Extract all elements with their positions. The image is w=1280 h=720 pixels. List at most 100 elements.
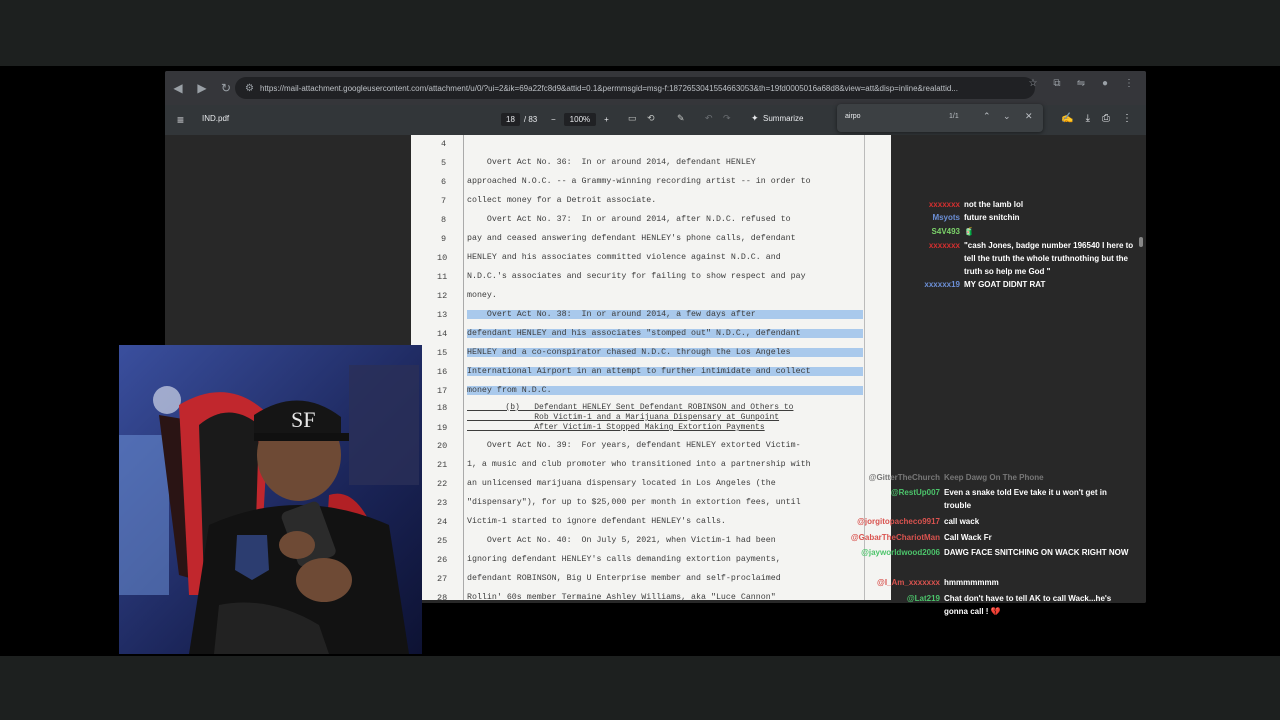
find-prev-icon[interactable]: ⌃	[983, 111, 991, 122]
line-number: 19	[437, 423, 448, 433]
line-number: 4	[441, 139, 447, 149]
line-number: 27	[437, 574, 448, 584]
line-number: 17	[437, 386, 448, 396]
line-number: 12	[437, 291, 448, 301]
url-text: https://mail-attachment.googleuserconten…	[259, 83, 958, 93]
rotate-icon[interactable]: ⟲	[647, 113, 655, 124]
document-line: an unlicensed marijuana dispensary locat…	[467, 479, 776, 488]
document-line: N.D.C.'s associates and security for fai…	[467, 272, 806, 281]
line-number: 13	[437, 310, 448, 320]
extension-icon[interactable]: ⧉	[1050, 78, 1064, 89]
menu-icon[interactable]: ≡	[177, 113, 184, 127]
chat-username: Msyots	[932, 213, 960, 222]
chat-username: @Lat219	[906, 594, 940, 603]
find-close-icon[interactable]: ✕	[1025, 111, 1033, 122]
document-line: pay and ceased answering defendant HENLE…	[467, 234, 796, 243]
site-info-icon[interactable]: ⚙	[245, 83, 254, 94]
document-line: money.	[467, 291, 497, 300]
pdf-right-actions: ✍ ⤓ ⎙ ⋮	[1061, 113, 1132, 124]
summarize-button[interactable]: Summarize	[763, 114, 803, 123]
line-number: 18	[437, 403, 448, 413]
document-line: After Victim-1 Stopped Making Extortion …	[467, 423, 765, 432]
document-line: ignoring defendant HENLEY's calls demand…	[467, 555, 781, 564]
chat-message: not the lamb lol	[964, 200, 1024, 209]
line-number: 5	[441, 158, 447, 168]
redo-icon[interactable]: ↷	[723, 113, 731, 124]
back-icon[interactable]: ◀	[167, 77, 189, 99]
summarize-icon[interactable]: ✦	[751, 113, 759, 124]
line-number: 14	[437, 329, 448, 339]
line-number: 20	[437, 441, 448, 451]
document-line: Overt Act No. 40: On July 5, 2021, when …	[467, 536, 776, 545]
highlighted-line: International Airport in an attempt to f…	[467, 367, 863, 376]
more-icon[interactable]: ⋮	[1122, 78, 1136, 89]
find-input[interactable]: airpo	[845, 113, 861, 120]
chat-message: Chat don't have to tell AK to call Wack.…	[944, 594, 1112, 616]
chat-message: future snitchin	[964, 213, 1020, 222]
pdf-more-icon[interactable]: ⋮	[1122, 113, 1132, 124]
page-indicator: 18 / 83	[501, 113, 537, 126]
line-number: 23	[437, 498, 448, 508]
address-bar-actions: ☆ ⧉ ⇋ ● ⋮	[1026, 78, 1136, 89]
document-line: collect money for a Detroit associate.	[467, 196, 657, 205]
line-number: 21	[437, 460, 448, 470]
chat-username: @jayworldwood2006	[861, 548, 940, 557]
profile-icon[interactable]: ●	[1098, 78, 1112, 89]
line-number-rule	[463, 135, 464, 600]
zoom-input[interactable]: 100%	[563, 113, 597, 126]
chat-message: MY GOAT DIDNT RAT	[964, 280, 1046, 289]
reload-icon[interactable]: ↻	[215, 77, 237, 99]
line-number: 8	[441, 215, 447, 225]
zoom-controls: − 100% +	[551, 113, 609, 126]
chat-message: "cash Jones, badge number 196540 I here …	[964, 241, 1134, 276]
chat-message: hmmmmmmm	[944, 578, 999, 587]
page-total: / 83	[523, 115, 538, 124]
document-line: Overt Act No. 36: In or around 2014, def…	[467, 158, 756, 167]
document-line: HENLEY and his associates committed viol…	[467, 253, 781, 262]
document-line: Victim-1 started to ignore defendant HEN…	[467, 517, 726, 526]
find-count: 1/1	[949, 113, 959, 120]
chat-username: xxxxxxx	[928, 200, 960, 209]
webcam-image: SF	[119, 345, 422, 654]
highlighted-line: defendant HENLEY and his associates "sto…	[467, 329, 863, 338]
zoom-out-icon[interactable]: −	[551, 115, 556, 124]
chat-username: @RestUp007	[890, 488, 940, 497]
star-icon[interactable]: ☆	[1026, 78, 1040, 89]
document-line: Overt Act No. 39: For years, defendant H…	[467, 441, 801, 450]
annotate-icon[interactable]: ✎	[677, 113, 685, 124]
line-number: 22	[437, 479, 448, 489]
url-field[interactable]: ⚙ https://mail-attachment.googleusercont…	[235, 77, 1035, 99]
zoom-in-icon[interactable]: +	[604, 115, 609, 124]
chat-username: @GitterTheChurch	[868, 473, 940, 482]
page-number-input[interactable]: 18	[501, 113, 520, 126]
highlighted-line: HENLEY and a co-conspirator chased N.D.C…	[467, 348, 863, 357]
bottom-letterbox	[0, 656, 1280, 720]
forward-icon[interactable]: ▶	[191, 77, 213, 99]
line-number: 15	[437, 348, 448, 358]
undo-icon[interactable]: ↶	[705, 113, 713, 124]
find-next-icon[interactable]: ⌄	[1003, 111, 1011, 122]
document-line: defendant ROBINSON, Big U Enterprise mem…	[467, 574, 781, 583]
highlighted-line: Overt Act No. 38: In or around 2014, a f…	[467, 310, 863, 319]
print-icon[interactable]: ⎙	[1102, 113, 1110, 124]
fit-page-icon[interactable]: ▭	[628, 113, 637, 124]
document-line: approached N.O.C. -- a Grammy-winning re…	[467, 177, 811, 186]
chat-username: @GabarTheChariotMan	[850, 533, 940, 542]
document-line: (b) Defendant HENLEY Sent Defendant ROBI…	[467, 403, 794, 412]
cap-logo: SF	[291, 407, 315, 432]
document-line: 1, a music and club promoter who transit…	[467, 460, 811, 469]
line-number: 28	[437, 593, 448, 600]
highlighted-line: money from N.D.C.	[467, 386, 863, 395]
line-number: 11	[437, 272, 448, 282]
chat-username: xxxxxxx	[928, 241, 960, 250]
line-number: 9	[441, 234, 447, 244]
chat-username: @I_Am_xxxxxxx	[877, 578, 940, 587]
line-number: 10	[437, 253, 448, 263]
find-bar: airpo 1/1 ⌃ ⌄ ✕	[837, 104, 1043, 132]
sync-icon[interactable]: ⇋	[1074, 78, 1088, 89]
download-icon[interactable]: ⤓	[1086, 113, 1090, 124]
line-number: 6	[441, 177, 447, 187]
document-line: Rob Victim-1 and a Marijuana Dispensary …	[467, 413, 780, 422]
comment-icon[interactable]: ✍	[1061, 113, 1073, 124]
chat-username: @jorgitopacheco9917	[857, 517, 940, 526]
